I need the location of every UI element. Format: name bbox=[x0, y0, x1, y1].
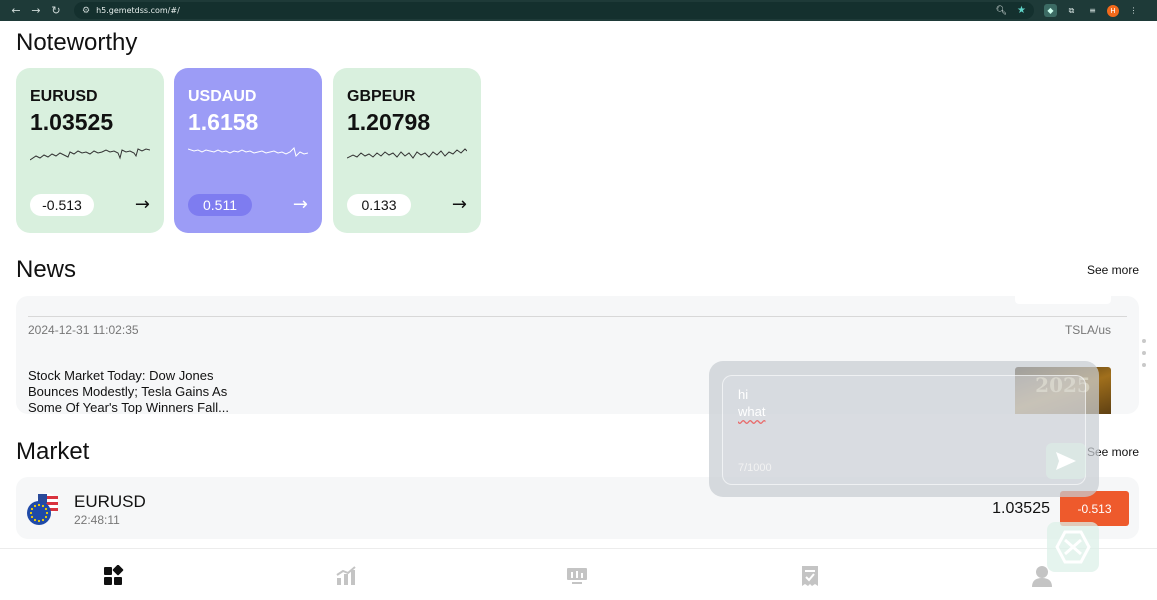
url-text: h5.gemetdss.com/#/ bbox=[96, 6, 180, 15]
forward-icon[interactable]: → bbox=[26, 1, 46, 21]
send-icon bbox=[1056, 452, 1076, 470]
noteworthy-title: Noteworthy bbox=[16, 29, 138, 56]
assistant-knot-icon bbox=[1055, 530, 1091, 564]
back-icon[interactable]: ← bbox=[6, 1, 26, 21]
carousel-dot[interactable] bbox=[1142, 351, 1146, 355]
carousel-dot[interactable] bbox=[1142, 363, 1146, 367]
arrow-right-icon[interactable]: → bbox=[293, 194, 308, 215]
news-see-more-link[interactable]: See more bbox=[1087, 263, 1139, 277]
sparkline-chart bbox=[188, 147, 308, 157]
news-ticker-tag: TSLA/us bbox=[1064, 323, 1111, 337]
home-icon[interactable] bbox=[102, 565, 124, 587]
floating-assistant-button[interactable] bbox=[1047, 522, 1099, 572]
card-price: 1.20798 bbox=[347, 109, 431, 135]
carousel-dot[interactable] bbox=[1142, 339, 1146, 343]
eur-usd-flag-icon bbox=[27, 493, 58, 525]
chat-input-overlay: hi what 7/1000 bbox=[709, 361, 1099, 497]
market-title: Market bbox=[16, 438, 90, 465]
zoom-icon[interactable]: 🔍︎ bbox=[996, 6, 1007, 16]
divider bbox=[28, 316, 1127, 317]
char-counter: 7/1000 bbox=[738, 462, 772, 474]
card-price: 1.6158 bbox=[188, 109, 259, 135]
news-title: News bbox=[16, 256, 77, 283]
site-settings-icon[interactable]: ⚙ bbox=[82, 6, 90, 16]
sparkline-chart bbox=[30, 148, 150, 161]
sparkline-chart bbox=[347, 148, 467, 159]
news-date: 2024-12-31 11:02:35 bbox=[28, 323, 139, 337]
market-symbol: EURUSD bbox=[74, 492, 146, 511]
card-symbol: EURUSD bbox=[30, 88, 98, 105]
card-price: 1.03525 bbox=[30, 109, 114, 135]
reload-icon[interactable]: ↻ bbox=[46, 1, 66, 21]
chat-text-line: hi bbox=[738, 387, 749, 402]
market-price: 1.03525 bbox=[992, 500, 1050, 517]
arrow-right-icon[interactable]: → bbox=[452, 194, 467, 215]
orders-icon[interactable] bbox=[799, 565, 821, 587]
card-symbol: USDAUD bbox=[188, 88, 257, 105]
arrow-right-icon[interactable]: → bbox=[135, 194, 150, 215]
card-change-badge: 0.511 bbox=[188, 194, 252, 216]
chat-text-line: what bbox=[738, 404, 766, 419]
extension-icon[interactable]: ◆ bbox=[1044, 4, 1057, 17]
reading-list-icon[interactable]: ≡ bbox=[1086, 4, 1099, 17]
profile-avatar[interactable]: H bbox=[1107, 4, 1119, 17]
browser-toolbar: ← → ↻ ⚙ h5.gemetdss.com/#/ 🔍︎ ★ ◆ ⧉ ≡ H … bbox=[0, 0, 1157, 21]
chat-textarea[interactable]: hi what 7/1000 bbox=[722, 375, 1086, 485]
bottom-navigation bbox=[0, 548, 1157, 600]
news-headline[interactable]: Stock Market Today: Dow Jones Bounces Mo… bbox=[28, 368, 258, 414]
extensions-puzzle-icon[interactable]: ⧉ bbox=[1065, 4, 1078, 17]
bookmark-star-icon[interactable]: ★ bbox=[1017, 5, 1026, 16]
card-symbol: GBPEUR bbox=[347, 88, 416, 105]
card-change-badge: 0.133 bbox=[347, 194, 411, 216]
card-change-badge: -0.513 bbox=[30, 194, 94, 216]
noteworthy-card-eurusd[interactable]: EURUSD 1.03525 -0.513 → bbox=[16, 68, 164, 233]
address-bar[interactable]: ⚙ h5.gemetdss.com/#/ 🔍︎ ★ bbox=[74, 2, 1034, 19]
trading-icon[interactable] bbox=[566, 565, 588, 587]
menu-kebab-icon[interactable]: ⋮ bbox=[1127, 4, 1140, 17]
market-time: 22:48:11 bbox=[74, 513, 120, 527]
carousel-dots bbox=[1142, 339, 1146, 367]
noteworthy-card-gbpeur[interactable]: GBPEUR 1.20798 0.133 → bbox=[333, 68, 481, 233]
chart-icon[interactable] bbox=[335, 565, 357, 587]
noteworthy-card-usdaud[interactable]: USDAUD 1.6158 0.511 → bbox=[174, 68, 322, 233]
send-button[interactable] bbox=[1046, 443, 1086, 479]
news-tab-indicator bbox=[1015, 296, 1111, 304]
